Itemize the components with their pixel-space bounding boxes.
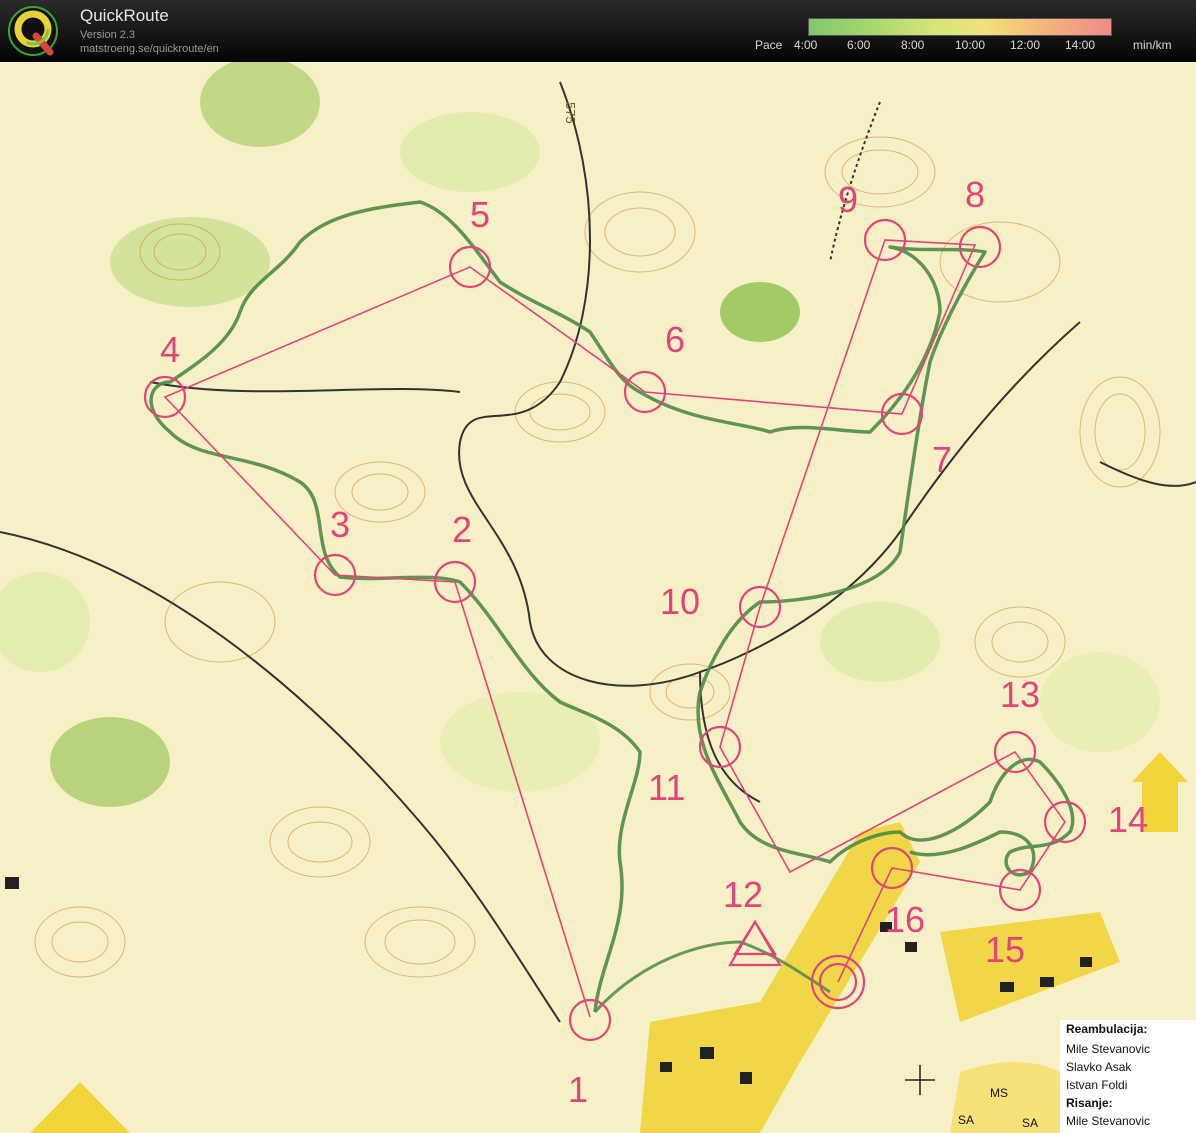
map-symbol-sa: SA [958,1113,974,1127]
control-label-5: 5 [470,194,490,235]
control-label-12: 12 [723,874,763,915]
control-label-8: 8 [965,174,985,215]
credits-name: Slavko Asak [1066,1060,1132,1074]
control-label-13: 13 [1000,674,1040,715]
control-label-1: 1 [568,1069,588,1110]
app-version: Version 2.3 [80,29,136,41]
control-1 [568,998,612,1042]
crosshair-icon [905,1065,935,1095]
control-label-16: 16 [885,899,925,940]
map-symbol-sa: SA [1022,1116,1038,1130]
pace-tick: 4:00 [794,38,818,52]
map-symbol-ms: MS [990,1086,1008,1100]
pace-tick: 8:00 [901,38,925,52]
gps-route[interactable] [149,200,1075,1013]
quickroute-logo-icon [8,6,58,56]
control-label-3: 3 [330,504,350,545]
control-label-4: 4 [160,329,180,370]
pace-unit: min/km [1133,38,1172,52]
credits-heading: Risanje: [1066,1096,1113,1110]
pace-tick: 6:00 [847,38,871,52]
orienteering-map[interactable]: 1 2 3 4 5 6 7 8 9 10 11 12 13 14 15 16 5… [0,62,1196,1133]
pace-tick: 10:00 [955,38,986,52]
pace-label: Pace [755,38,783,52]
spot-height: 575 [563,102,578,124]
app-title: QuickRoute [80,6,169,25]
pace-tick: 12:00 [1010,38,1041,52]
credits-name: Mile Stevanovic [1066,1114,1151,1128]
control-label-15: 15 [985,929,1025,970]
credits-name: Istvan Foldi [1066,1078,1128,1092]
map-canvas[interactable]: 1 2 3 4 5 6 7 8 9 10 11 12 13 14 15 16 5… [0,62,1196,1133]
control-label-2: 2 [452,509,472,550]
pace-color-scale [808,18,1112,36]
map-credits: Reambulacija: Mile Stevanovic Slavko Asa… [1060,1020,1196,1133]
quickroute-window: QuickRoute Version 2.3 matstroeng.se/qui… [0,0,1196,1133]
control-label-6: 6 [665,319,685,360]
title-bar: QuickRoute Version 2.3 matstroeng.se/qui… [0,0,1196,62]
app-url[interactable]: matstroeng.se/quickroute/en [80,43,219,55]
course-controls[interactable] [143,218,1087,1042]
control-numbers: 1 2 3 4 5 6 7 8 9 10 11 12 13 14 15 16 [160,174,1148,1110]
pace-tick: 14:00 [1065,38,1096,52]
credits-heading: Reambulacija: [1066,1022,1148,1036]
control-label-10: 10 [660,581,700,622]
control-label-7: 7 [932,439,952,480]
control-label-11: 11 [648,767,685,808]
control-label-9: 9 [838,179,858,220]
credits-name: Mile Stevanovic [1066,1042,1151,1056]
control-label-14: 14 [1108,799,1148,840]
